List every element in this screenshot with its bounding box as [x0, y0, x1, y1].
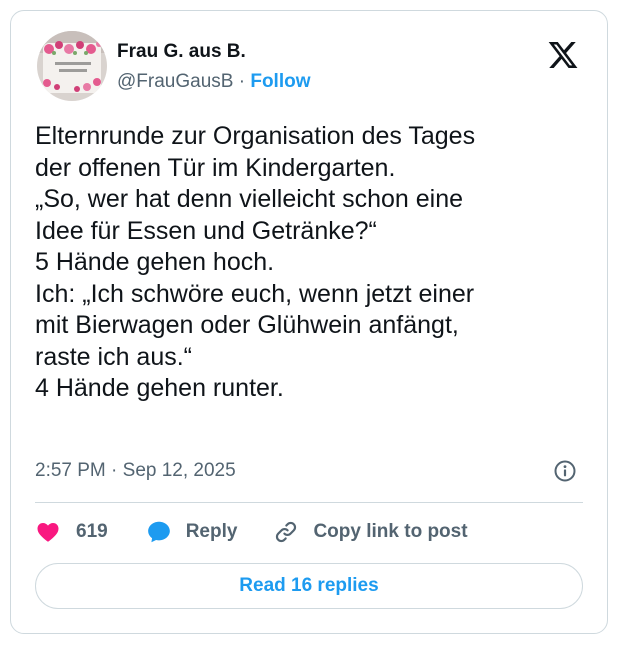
follow-button[interactable]: Follow	[250, 71, 310, 92]
author-handle-row: @FrauGausB · Follow	[117, 71, 311, 93]
link-icon	[276, 521, 297, 543]
handle-separator: ·	[238, 71, 246, 92]
x-logo-icon[interactable]	[547, 39, 579, 71]
reply-bubble-icon	[147, 521, 170, 543]
tweet-timestamp[interactable]: 2:57 PM · Sep 12, 2025	[35, 460, 236, 482]
copy-link-label: Copy link to post	[313, 521, 468, 542]
like-count: 619	[76, 521, 108, 542]
read-replies-button[interactable]: Read 16 replies	[35, 563, 583, 609]
divider	[35, 502, 583, 503]
reply-label: Reply	[185, 521, 238, 542]
action-bar: 619 Reply Copy link to post	[35, 517, 468, 547]
reply-button[interactable]: Reply	[146, 519, 238, 545]
like-button[interactable]: 619	[35, 520, 108, 544]
copy-link-button[interactable]: Copy link to post	[273, 519, 468, 545]
tweet-card: Frau G. aus B. @FrauGausB · Follow Elter…	[10, 10, 608, 634]
tweet-text: Elternrunde zur Organisation des Tages d…	[35, 122, 476, 402]
heart-icon	[37, 523, 59, 542]
mug-avatar-icon	[37, 31, 107, 101]
avatar[interactable]	[37, 31, 107, 101]
info-icon[interactable]	[553, 459, 577, 483]
author-handle[interactable]: @FrauGausB	[117, 71, 233, 92]
author-display-name[interactable]: Frau G. aus B.	[117, 41, 246, 63]
